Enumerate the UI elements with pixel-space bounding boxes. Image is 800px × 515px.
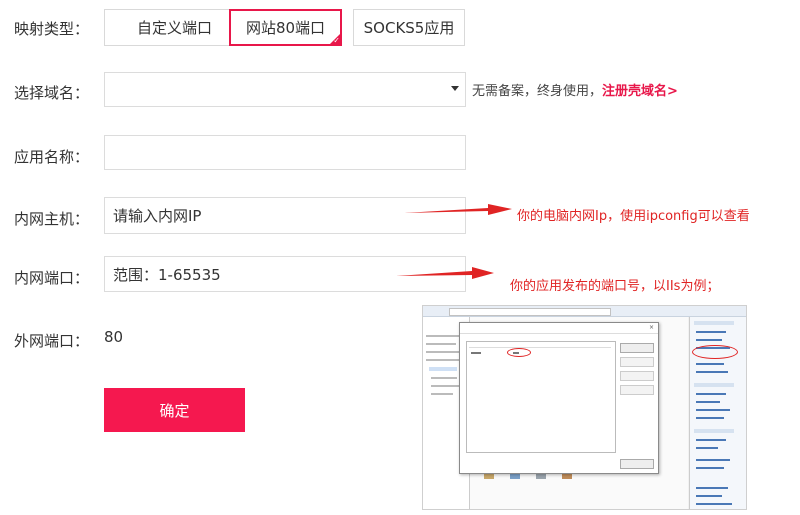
register-domain-link[interactable]: 注册壳域名>	[602, 84, 678, 99]
port-placeholder: 范围：1-65535	[113, 265, 221, 284]
domain-hint-line: 无需备案，终身使用，注册壳域名>	[472, 80, 678, 99]
tab-website-80[interactable]: 网站80端口 ✓	[229, 9, 342, 46]
app-name-label: 应用名称：	[14, 148, 90, 166]
host-placeholder: 请输入内网IP	[113, 207, 202, 225]
arrow-icon	[404, 204, 512, 215]
tab-label: 网站80端口	[245, 19, 326, 37]
iis-actions-pane	[689, 317, 746, 509]
arrow-icon	[396, 267, 494, 279]
iis-bindings-dialog: ×	[459, 322, 659, 474]
host-annotation: 你的电脑内网Ip，使用ipconfig可以查看	[517, 209, 750, 224]
domain-label: 选择域名：	[14, 84, 90, 102]
tab-socks5[interactable]: SOCKS5应用	[353, 9, 465, 46]
dropdown-arrow-icon	[451, 86, 459, 91]
domain-select[interactable]	[104, 72, 466, 107]
iis-screenshot: ×	[422, 305, 747, 510]
tab-custom-port[interactable]: 自定义端口	[104, 9, 245, 46]
iis-address-bar	[423, 306, 746, 317]
mapping-type-label: 映射类型：	[14, 20, 90, 38]
check-icon: ✓	[333, 36, 340, 45]
iis-bindings-table	[466, 341, 616, 453]
host-label: 内网主机：	[14, 210, 90, 228]
port-annotation: 你的应用发布的端口号，以IIs为例；	[510, 279, 720, 294]
external-port-label: 外网端口：	[14, 332, 90, 350]
port-highlight-ellipse	[507, 348, 531, 357]
domain-hint: 无需备案，终身使用，	[472, 84, 603, 99]
tab-label: 自定义端口	[136, 19, 212, 37]
tab-label: SOCKS5应用	[363, 19, 455, 37]
iis-address-field	[449, 308, 611, 316]
port-label: 内网端口：	[14, 269, 90, 287]
app-name-input[interactable]	[104, 135, 466, 170]
confirm-button[interactable]: 确定	[104, 388, 245, 432]
highlight-ellipse	[692, 345, 738, 359]
external-port-value: 80	[104, 328, 124, 346]
